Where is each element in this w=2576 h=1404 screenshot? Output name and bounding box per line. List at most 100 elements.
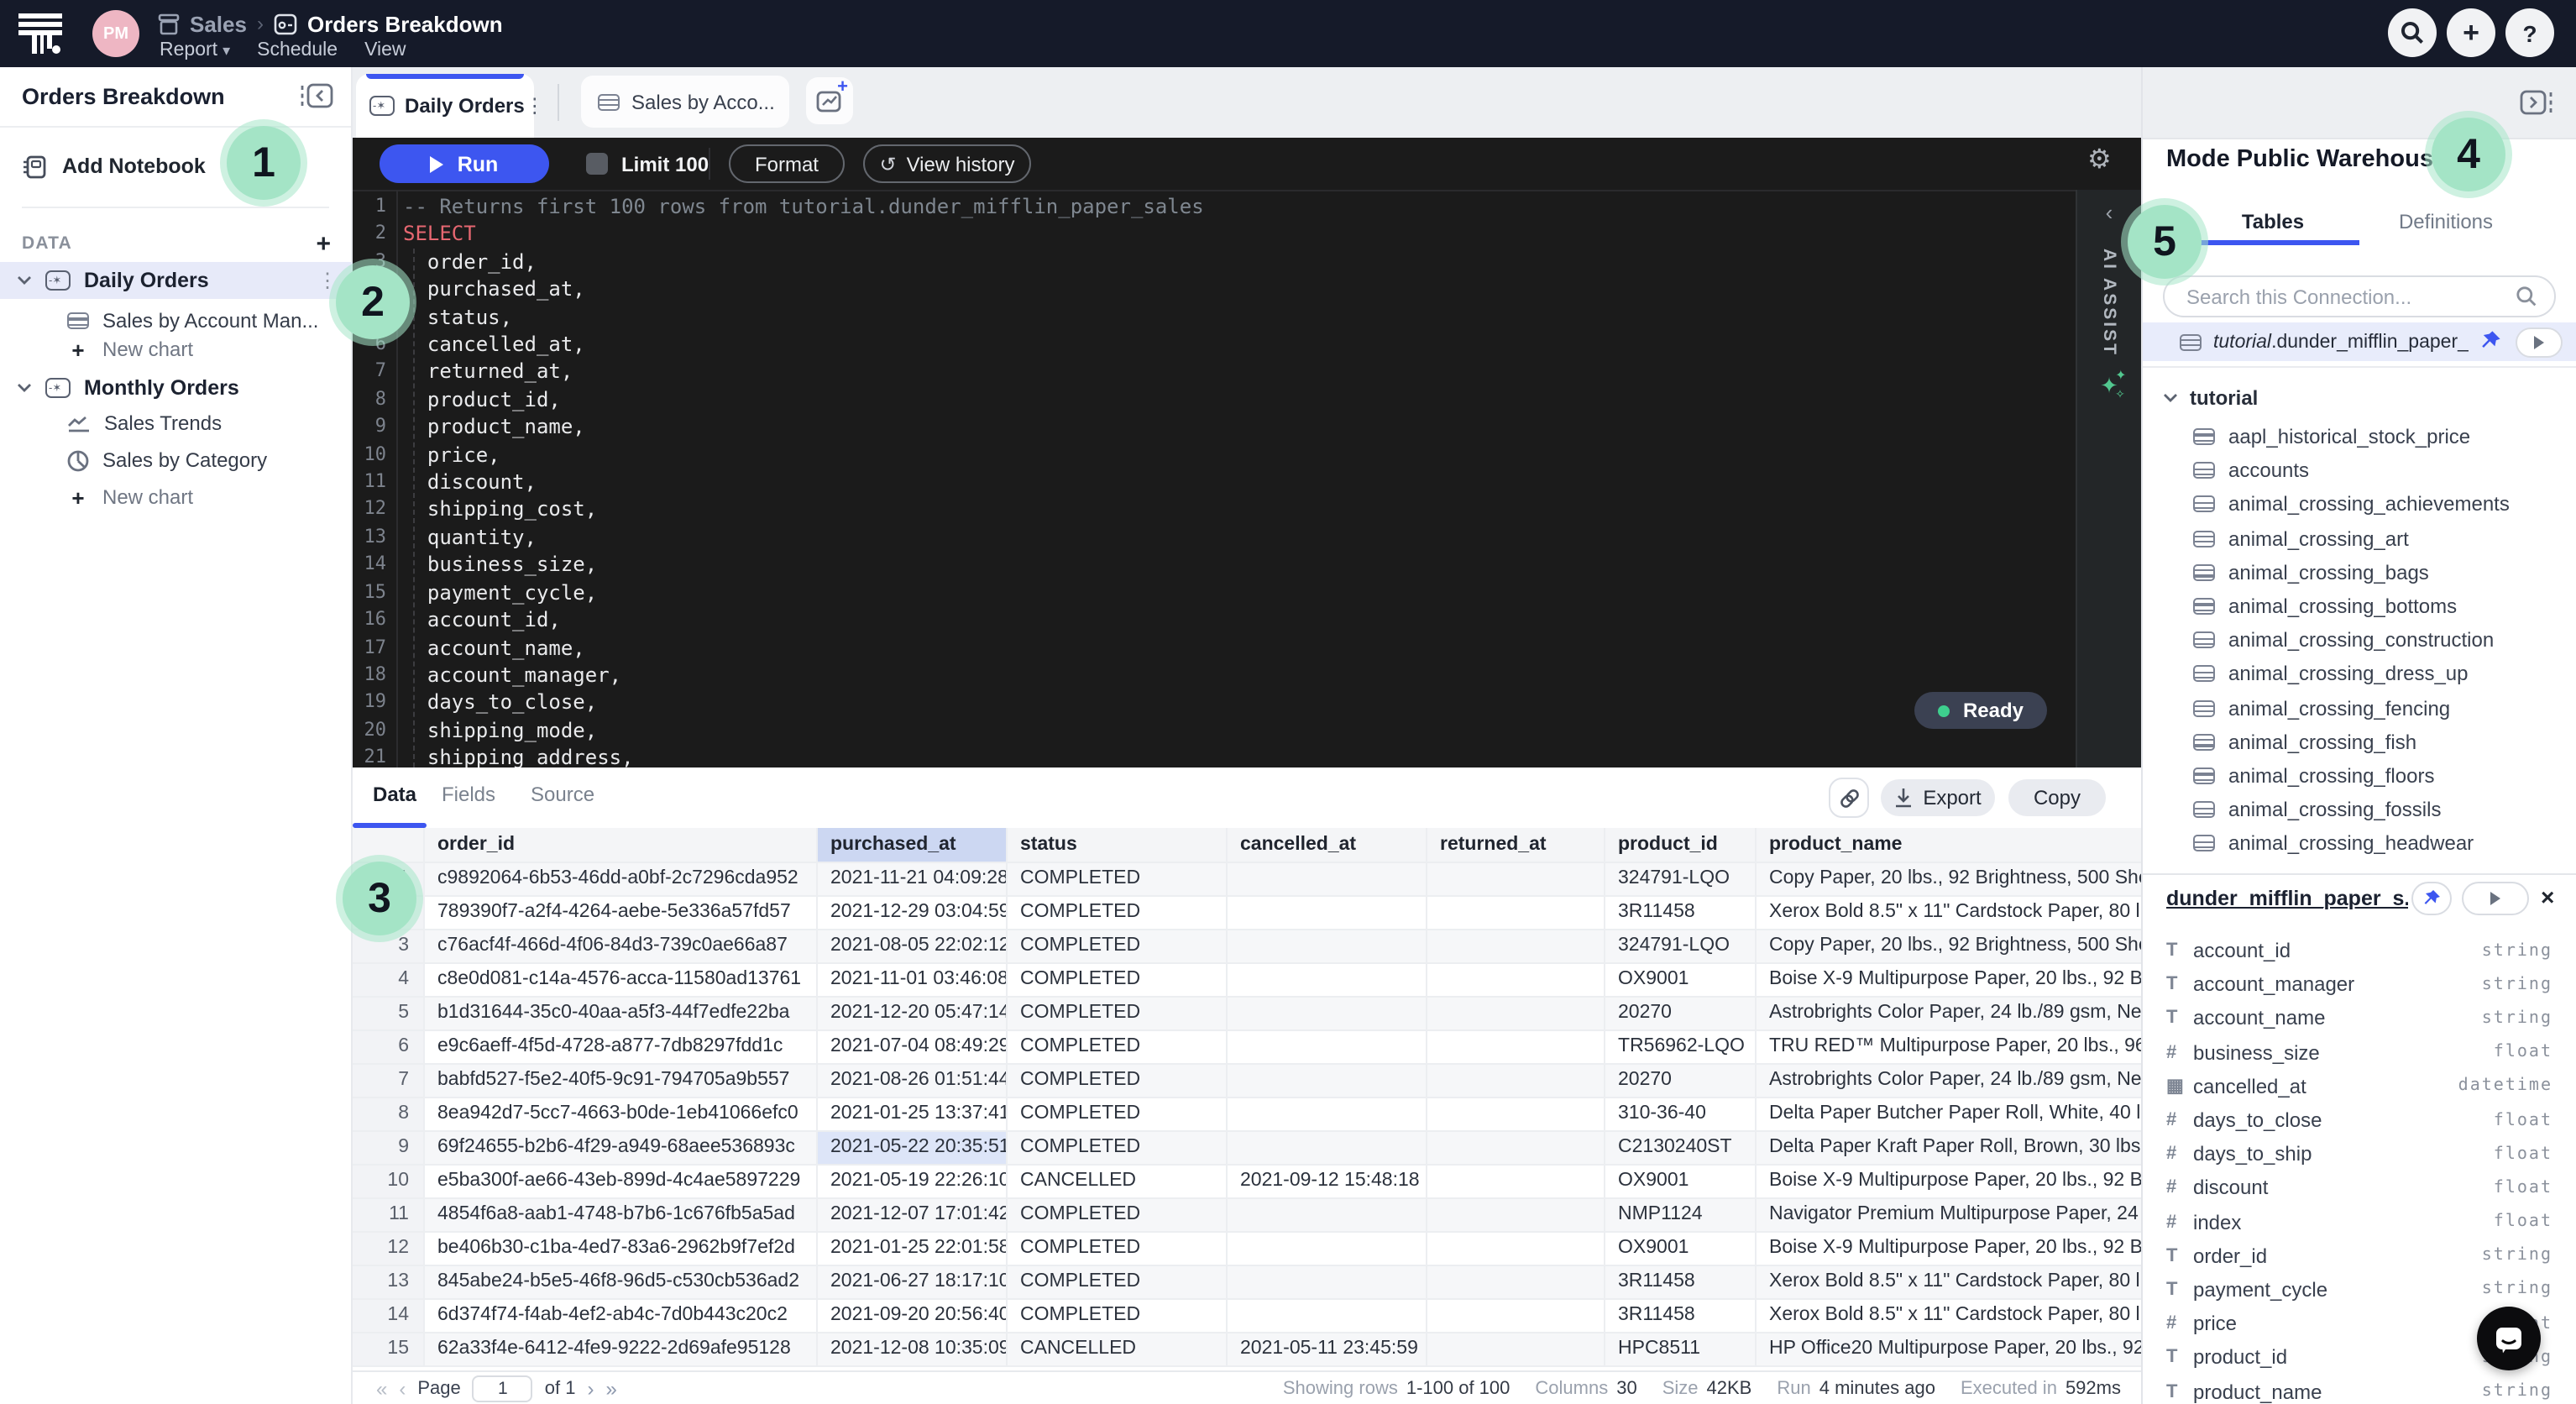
returned-at-cell[interactable] xyxy=(1426,1130,1604,1164)
code-line[interactable]: 10 price, xyxy=(353,441,2074,469)
returned-at-cell[interactable] xyxy=(1426,1332,1604,1365)
status-cell[interactable]: COMPLETED xyxy=(1006,1197,1226,1231)
product-id-cell[interactable]: OX9001 xyxy=(1604,1231,1755,1265)
column-header[interactable]: status xyxy=(1006,828,1226,862)
gear-icon[interactable]: ⚙ xyxy=(2087,148,2112,175)
table-detail-title[interactable]: dunder_mifflin_paper_s... xyxy=(2166,887,2408,910)
kebab-menu-icon[interactable]: ⋮ xyxy=(525,94,545,118)
order-id-cell[interactable]: 789390f7-a2f4-4264-aebe-5e336a57fd57 xyxy=(423,895,816,929)
code-line[interactable]: 11 discount, xyxy=(353,469,2074,496)
status-cell[interactable]: COMPLETED xyxy=(1006,996,1226,1029)
cancelled-at-cell[interactable] xyxy=(1226,1298,1426,1332)
chevron-down-icon[interactable] xyxy=(17,275,32,286)
sidebar-item-daily-orders[interactable]: Daily Orders ⋮ xyxy=(0,262,353,299)
status-cell[interactable]: COMPLETED xyxy=(1006,1298,1226,1332)
product-id-cell[interactable]: NMP1124 xyxy=(1604,1197,1755,1231)
returned-at-cell[interactable] xyxy=(1426,929,1604,962)
tab-definitions[interactable]: Definitions xyxy=(2359,205,2532,245)
first-page-icon[interactable]: « xyxy=(376,1377,387,1401)
cancelled-at-cell[interactable] xyxy=(1226,1265,1426,1298)
list-item-table[interactable]: animal_crossing_art xyxy=(2143,521,2576,555)
product-id-cell[interactable]: 3R11458 xyxy=(1604,895,1755,929)
order-id-cell[interactable]: 69f24655-b2b6-4f29-a949-68aee536893c xyxy=(423,1130,816,1164)
product-id-cell[interactable]: HPC8511 xyxy=(1604,1332,1755,1365)
view-history-button[interactable]: ↺ View history xyxy=(863,144,1031,183)
pinned-table-item[interactable]: tutorial.dunder_mifflin_paper_sales xyxy=(2143,322,2576,361)
column-header[interactable]: order_id xyxy=(423,828,816,862)
code-line[interactable]: 21 shipping_address, xyxy=(353,744,2074,767)
product-name-cell[interactable]: Delta Paper Butcher Paper Roll, White, 4… xyxy=(1755,1097,2141,1130)
list-item-table[interactable]: animal_crossing_bags xyxy=(2143,556,2576,589)
column-header[interactable]: returned_at xyxy=(1426,828,1604,862)
tab-sales-by-account[interactable]: Sales by Acco... xyxy=(581,76,789,128)
menu-schedule[interactable]: Schedule xyxy=(257,40,338,60)
list-item-table[interactable]: animal_crossing_fencing xyxy=(2143,691,2576,725)
product-name-cell[interactable]: Boise X-9 Multipurpose Paper, 20 lbs., 9… xyxy=(1755,1164,2141,1197)
next-page-icon[interactable]: › xyxy=(588,1377,594,1401)
status-cell[interactable]: COMPLETED xyxy=(1006,862,1226,895)
status-cell[interactable]: CANCELLED xyxy=(1006,1332,1226,1365)
table-row[interactable]: 2 789390f7-a2f4-4264-aebe-5e336a57fd57 2… xyxy=(353,895,2141,929)
purchased-at-cell[interactable]: 2021-05-22 20:35:51 xyxy=(816,1130,1006,1164)
cancelled-at-cell[interactable] xyxy=(1226,996,1426,1029)
table-row[interactable]: 6 e9c6aeff-4f5d-4728-a877-7db8297fdd1c 2… xyxy=(353,1029,2141,1063)
product-id-cell[interactable]: OX9001 xyxy=(1604,1164,1755,1197)
code-area[interactable]: 1 -- Returns first 100 rows from tutoria… xyxy=(353,190,2141,767)
list-item-table[interactable]: animal_crossing_dress_up xyxy=(2143,657,2576,691)
order-id-cell[interactable]: e5ba300f-ae66-43eb-899d-4c4ae5897229 xyxy=(423,1164,816,1197)
product-id-cell[interactable]: 324791-LQO xyxy=(1604,929,1755,962)
list-item-table[interactable]: animal_crossing_achievements xyxy=(2143,488,2576,521)
returned-at-cell[interactable] xyxy=(1426,895,1604,929)
list-item-table[interactable]: animal_crossing_fish xyxy=(2143,725,2576,758)
product-name-cell[interactable]: Copy Paper, 20 lbs., 92 Brightness, 500 … xyxy=(1755,862,2141,895)
status-cell[interactable]: COMPLETED xyxy=(1006,1130,1226,1164)
cancelled-at-cell[interactable] xyxy=(1226,895,1426,929)
returned-at-cell[interactable] xyxy=(1426,1029,1604,1063)
list-item-table[interactable]: animal_crossing_fossils xyxy=(2143,793,2576,826)
product-id-cell[interactable]: 3R11458 xyxy=(1604,1298,1755,1332)
cancelled-at-cell[interactable] xyxy=(1226,962,1426,996)
product-name-cell[interactable]: Xerox Bold 8.5" x 11" Cardstock Paper, 8… xyxy=(1755,895,2141,929)
table-row[interactable]: 4 c8e0d081-c14a-4576-acca-11580ad13761 2… xyxy=(353,962,2141,996)
column-header[interactable]: product_id xyxy=(1604,828,1755,862)
returned-at-cell[interactable] xyxy=(1426,1231,1604,1265)
cancelled-at-cell[interactable] xyxy=(1226,1097,1426,1130)
chevron-down-icon[interactable] xyxy=(17,383,32,393)
purchased-at-cell[interactable]: 2021-12-29 03:04:59 xyxy=(816,895,1006,929)
purchased-at-cell[interactable]: 2021-09-20 20:56:40 xyxy=(816,1298,1006,1332)
table-row[interactable]: 11 4854f6a8-aab1-4748-b7b6-1c676fb5a5ad … xyxy=(353,1197,2141,1231)
limit-checkbox[interactable] xyxy=(586,153,608,175)
returned-at-cell[interactable] xyxy=(1426,996,1604,1029)
sidebar-item-monthly-orders[interactable]: Monthly Orders xyxy=(0,369,353,406)
ai-assist-panel[interactable]: ‹ AI ASSIST ✦✦✧ xyxy=(2076,190,2141,767)
code-line[interactable]: 2 SELECT xyxy=(353,221,2074,249)
returned-at-cell[interactable] xyxy=(1426,1164,1604,1197)
table-row[interactable]: 10 e5ba300f-ae66-43eb-899d-4c4ae5897229 … xyxy=(353,1164,2141,1197)
code-line[interactable]: 18 account_manager, xyxy=(353,662,2074,689)
purchased-at-cell[interactable]: 2021-01-25 22:01:58 xyxy=(816,1231,1006,1265)
kebab-menu-icon[interactable]: ⋮ xyxy=(317,269,338,292)
order-id-cell[interactable]: 8ea942d7-5cc7-4663-b0de-1eb41066efc0 xyxy=(423,1097,816,1130)
column-header[interactable]: cancelled_at xyxy=(1226,828,1426,862)
code-line[interactable]: 14 business_size, xyxy=(353,552,2074,579)
connection-search[interactable] xyxy=(2163,275,2556,317)
code-line[interactable]: 16 account_id, xyxy=(353,606,2074,634)
product-name-cell[interactable]: Xerox Bold 8.5" x 11" Cardstock Paper, 8… xyxy=(1755,1298,2141,1332)
schema-group[interactable]: tutorial xyxy=(2163,383,2258,413)
menu-report[interactable]: Report▾ xyxy=(160,40,230,60)
tab-data[interactable]: Data xyxy=(373,783,416,806)
code-line[interactable]: 20 shipping_mode, xyxy=(353,716,2074,744)
order-id-cell[interactable]: c8e0d081-c14a-4576-acca-11580ad13761 xyxy=(423,962,816,996)
cancelled-at-cell[interactable] xyxy=(1226,1063,1426,1097)
returned-at-cell[interactable] xyxy=(1426,862,1604,895)
table-row[interactable]: 7 babfd527-f5e2-40f5-9c91-794705a9b557 2… xyxy=(353,1063,2141,1097)
list-item-field[interactable]: # index float xyxy=(2143,1205,2576,1239)
prev-page-icon[interactable]: ‹ xyxy=(399,1377,406,1401)
copy-button[interactable]: Copy xyxy=(2008,779,2106,816)
column-header-highlighted[interactable]: purchased_at xyxy=(816,828,1006,862)
table-row[interactable]: 5 b1d31644-35c0-40aa-a5f3-44f7edfe22ba 2… xyxy=(353,996,2141,1029)
order-id-cell[interactable]: 4854f6a8-aab1-4748-b7b6-1c676fb5a5ad xyxy=(423,1197,816,1231)
search-button[interactable] xyxy=(2388,8,2437,57)
product-id-cell[interactable]: 3R11458 xyxy=(1604,1265,1755,1298)
preview-table-button[interactable] xyxy=(2516,327,2563,357)
